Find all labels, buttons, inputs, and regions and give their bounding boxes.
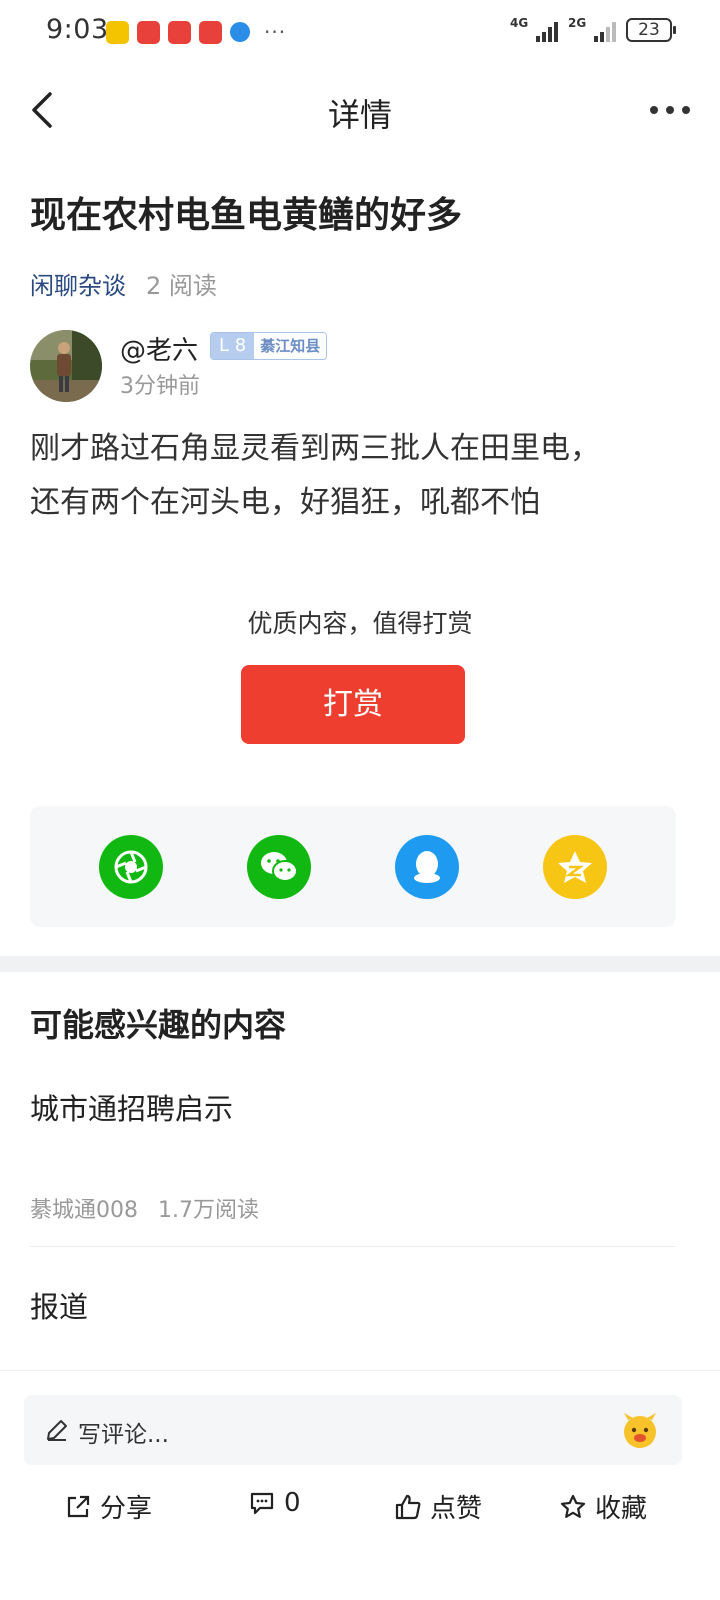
bottom-bar-divider [0, 1370, 720, 1371]
share-button[interactable]: 分享 [64, 1488, 152, 1525]
thumbs-up-icon [395, 1494, 421, 1519]
post-body-line: 刚才路过石角显灵看到两三批人在田里电， [30, 431, 600, 466]
battery-icon: 23 [626, 18, 676, 42]
post-meta: 闲聊杂谈 2 阅读 [30, 266, 217, 301]
pencil-icon [47, 1420, 67, 1441]
notification-icons: ··· [106, 20, 286, 44]
browser-notification-icon [230, 22, 250, 42]
page-title: 详情 [327, 96, 392, 134]
post-time: 3分钟前 [120, 374, 200, 399]
star-icon [560, 1494, 586, 1518]
recommend-item-title[interactable]: 城市通招聘启示 [30, 1086, 233, 1128]
recommend-item-source: 綦城通008 [30, 1198, 138, 1223]
recommend-item-title[interactable]: 报道 [30, 1284, 88, 1326]
qq-icon[interactable] [395, 835, 459, 899]
app-notification-icon [168, 20, 191, 44]
qzone-icon[interactable] [543, 835, 607, 899]
comment-input[interactable]: 写评论... [24, 1395, 682, 1465]
like-button[interactable]: 点赞 [394, 1488, 482, 1525]
reward-hint: 优质内容，值得打赏 [247, 609, 473, 638]
comment-placeholder: 写评论... [78, 1422, 169, 1448]
status-bar: 9:03 ··· 4G 2G 23 [0, 0, 720, 64]
author-title: 綦江知县 [254, 333, 327, 359]
post-title: 现在农村电鱼电黄鳝的好多 [30, 195, 463, 236]
like-label: 点赞 [430, 1494, 483, 1524]
post-body-line: 还有两个在河头电，好猖狂，吼都不怕 [30, 485, 540, 520]
share-icon [67, 1495, 90, 1517]
recommend-heading: 可能感兴趣的内容 [30, 1006, 287, 1044]
signal-2g-icon: 2G [568, 16, 616, 42]
more-options-icon[interactable] [648, 92, 692, 128]
post-read-count: 2 阅读 [146, 272, 217, 300]
comments-button[interactable]: 0 [248, 1488, 301, 1518]
emoji-icon[interactable] [620, 1411, 660, 1449]
recommend-item-reads: 1.7万阅读 [158, 1198, 259, 1223]
list-divider [30, 1246, 676, 1247]
author-name[interactable]: @老六 [120, 330, 198, 367]
more-notifications-icon: ··· [264, 20, 287, 44]
status-indicators: 4G 2G 23 [510, 16, 676, 42]
nav-bar: 详情 [0, 70, 720, 150]
favorite-label: 收藏 [595, 1494, 648, 1524]
comment-count: 0 [284, 1488, 301, 1518]
share-label: 分享 [100, 1494, 153, 1524]
app-notification-icon [199, 20, 222, 44]
recommend-item-meta: 綦城通008 1.7万阅读 [30, 1192, 259, 1224]
section-divider [0, 956, 720, 972]
author-level: L 8 [211, 333, 255, 359]
share-panel [30, 806, 676, 927]
comment-icon [250, 1492, 274, 1515]
post-category-link[interactable]: 闲聊杂谈 [30, 266, 126, 301]
app-notification-icon [106, 20, 129, 44]
avatar[interactable] [30, 330, 102, 402]
reward-button[interactable]: 打赏 [241, 665, 465, 744]
status-time: 9:03 [46, 14, 109, 45]
signal-4g-icon: 4G [510, 16, 558, 42]
author-level-badge: L 8 綦江知县 [210, 332, 328, 360]
app-notification-icon [137, 20, 160, 44]
wechat-icon[interactable] [247, 835, 311, 899]
favorite-button[interactable]: 收藏 [559, 1488, 647, 1525]
moments-icon[interactable] [99, 835, 163, 899]
author-block: @老六 L 8 綦江知县 3分钟前 [30, 330, 690, 402]
action-bar: 分享 0 点赞 收藏 [0, 1480, 720, 1536]
post-body: 刚才路过石角显灵看到两三批人在田里电， 还有两个在河头电，好猖狂，吼都不怕 [30, 422, 690, 530]
